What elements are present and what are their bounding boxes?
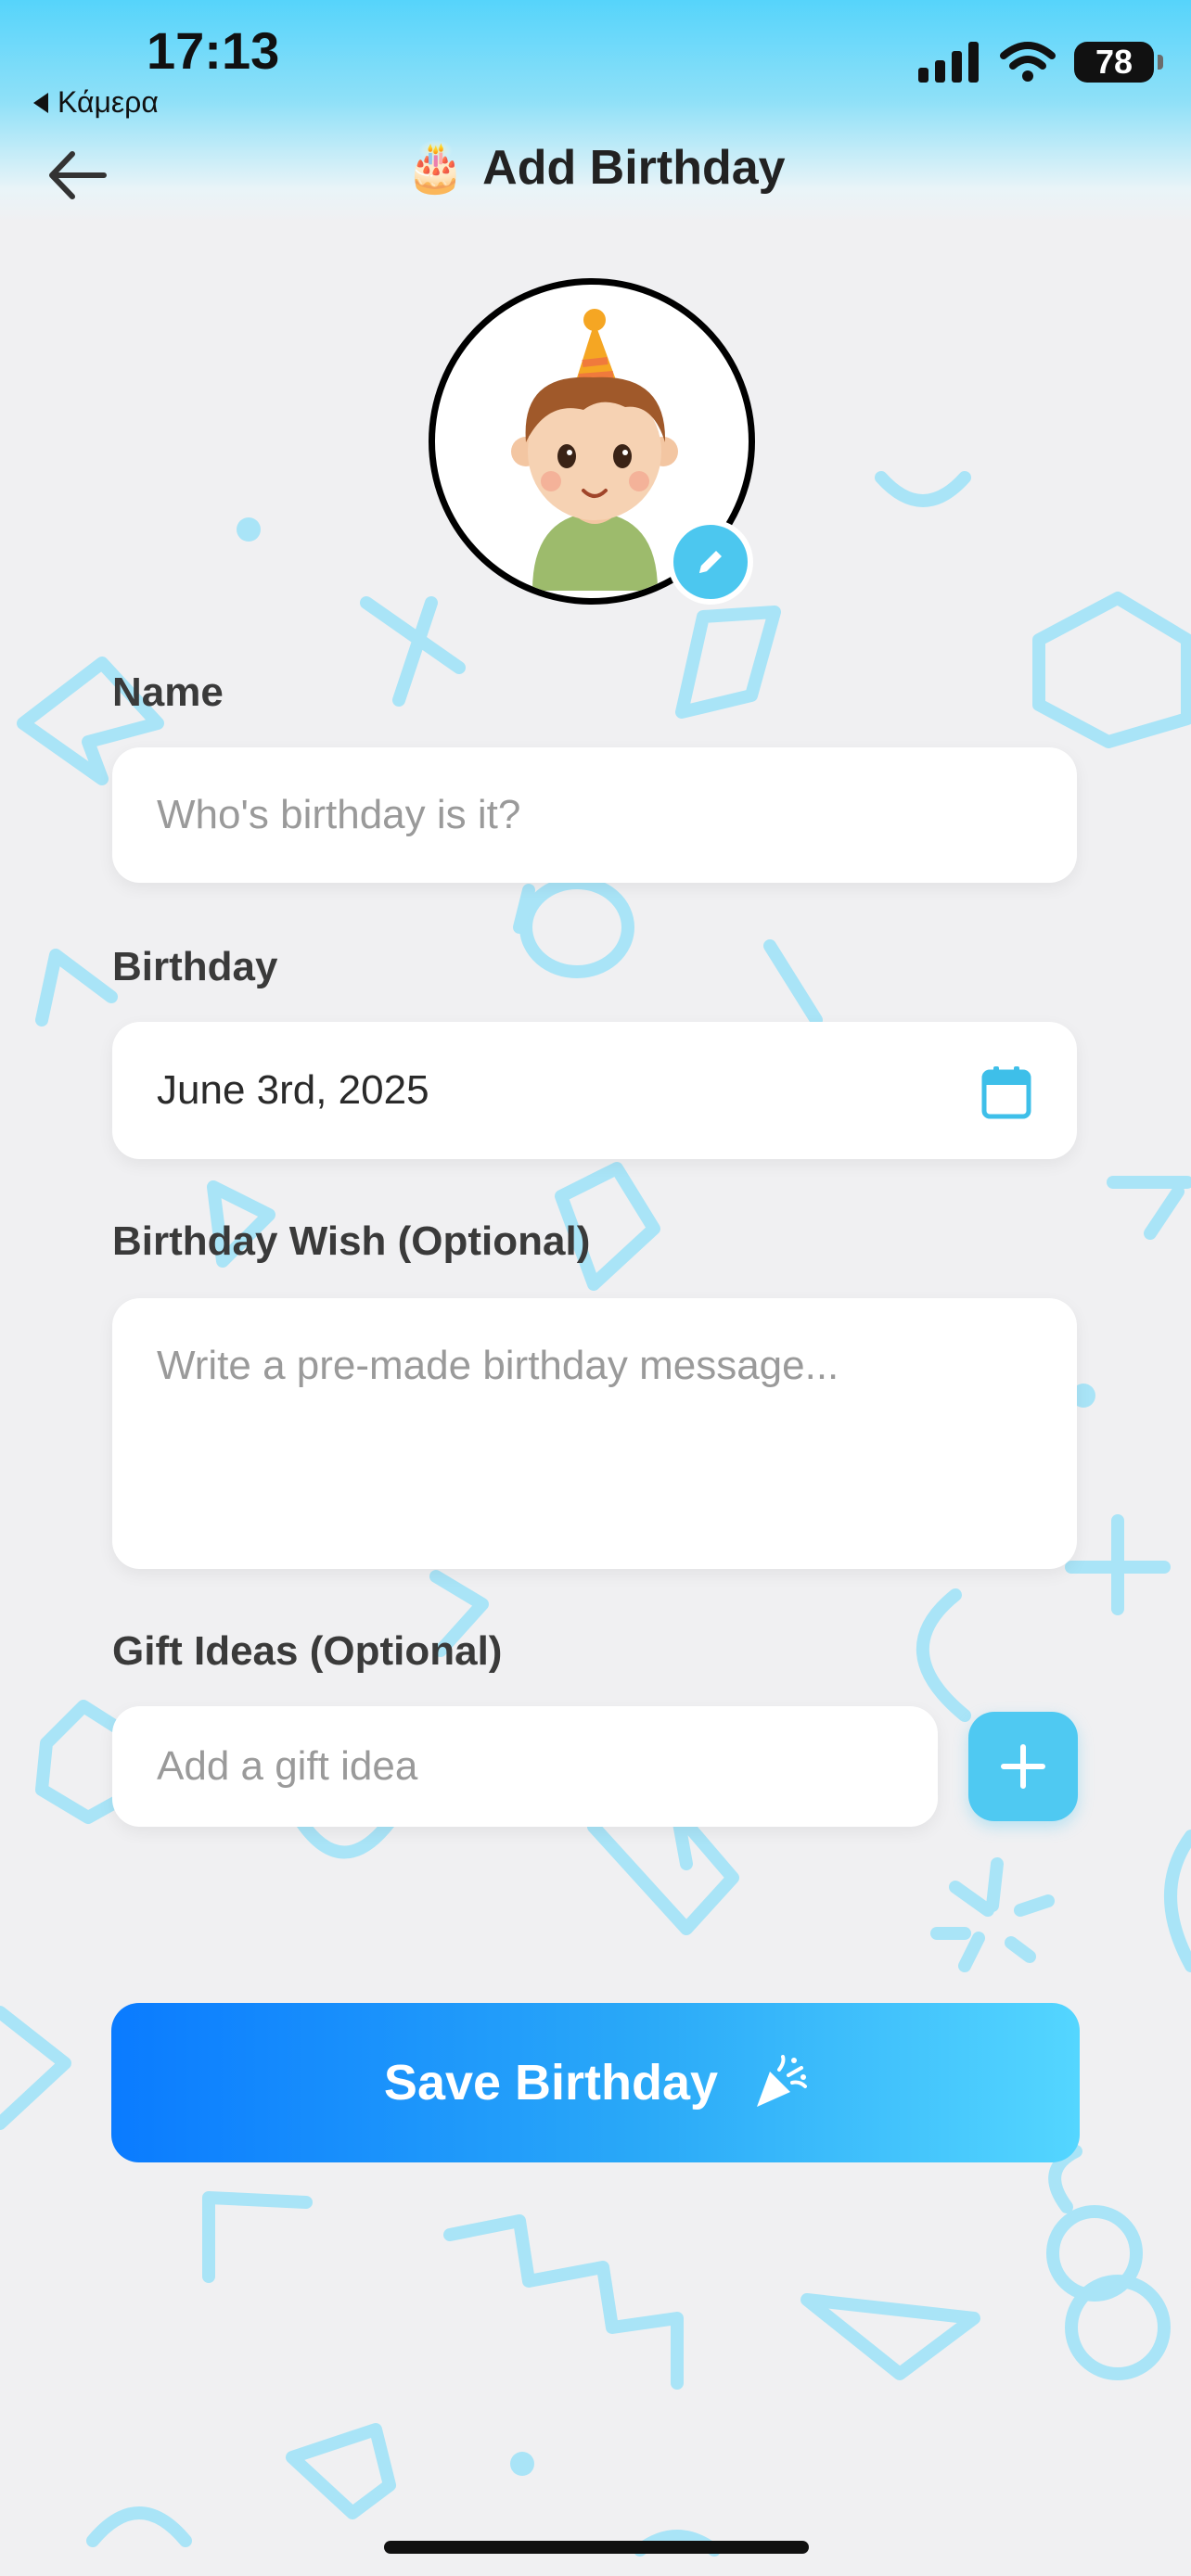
gift-placeholder: Add a gift idea bbox=[157, 1743, 418, 1789]
save-button-label: Save Birthday bbox=[383, 2055, 719, 2111]
name-field[interactable]: Who's birthday is it? bbox=[112, 747, 1077, 883]
birthday-field[interactable]: June 3rd, 2025 bbox=[112, 1022, 1077, 1159]
edit-avatar-button[interactable] bbox=[668, 519, 753, 605]
name-placeholder: Who's birthday is it? bbox=[157, 792, 521, 837]
calendar-icon[interactable] bbox=[980, 1065, 1032, 1120]
birthday-label: Birthday bbox=[112, 944, 278, 989]
wish-label: Birthday Wish (Optional) bbox=[112, 1218, 591, 1264]
gift-input[interactable]: Add a gift idea bbox=[112, 1706, 938, 1827]
party-popper-icon bbox=[757, 2055, 808, 2107]
name-label: Name bbox=[112, 670, 224, 715]
wish-textarea[interactable]: Write a pre-made birthday message... bbox=[112, 1298, 1077, 1569]
gift-label: Gift Ideas (Optional) bbox=[112, 1628, 503, 1674]
pencil-icon bbox=[699, 551, 722, 573]
home-indicator[interactable] bbox=[384, 2541, 809, 2554]
add-gift-button[interactable] bbox=[968, 1712, 1078, 1821]
wish-placeholder: Write a pre-made birthday message... bbox=[157, 1343, 839, 1388]
save-birthday-button[interactable]: Save Birthday bbox=[111, 2003, 1080, 2162]
birthday-value: June 3rd, 2025 bbox=[157, 1067, 429, 1113]
plus-icon bbox=[1001, 1744, 1045, 1789]
